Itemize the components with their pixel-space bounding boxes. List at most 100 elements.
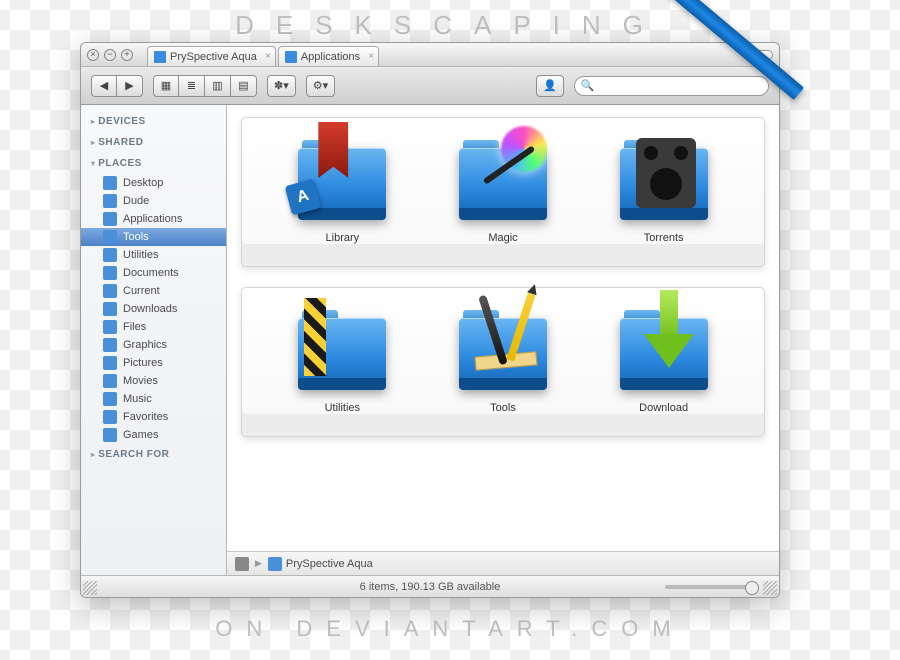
folder-magic[interactable]: Magic bbox=[443, 128, 563, 238]
folder-icon bbox=[103, 338, 117, 352]
resize-handle-icon[interactable] bbox=[763, 581, 777, 595]
shelf-row: ALibraryMagicTorrents bbox=[241, 117, 765, 267]
folder-tools[interactable]: Tools bbox=[443, 298, 563, 408]
tab-applications[interactable]: Applications × bbox=[278, 46, 379, 66]
sidebar-item-downloads[interactable]: Downloads bbox=[81, 300, 226, 318]
folder-utilities[interactable]: Utilities bbox=[282, 298, 402, 408]
sidebar-item-desktop[interactable]: Desktop bbox=[81, 174, 226, 192]
search-field[interactable]: 🔍 bbox=[574, 76, 769, 96]
zoom-window-button[interactable]: + bbox=[121, 49, 133, 61]
folder-icon bbox=[292, 298, 392, 390]
user-button[interactable]: 👤 bbox=[536, 75, 564, 97]
sidebar-item-label: Favorites bbox=[123, 411, 168, 423]
column-view-button[interactable]: ▥ bbox=[205, 75, 231, 97]
shelf-row: Utilities Tools Download bbox=[241, 287, 765, 437]
folder-icon bbox=[103, 356, 117, 370]
tab-label: Applications bbox=[301, 51, 360, 63]
folder-icon bbox=[154, 51, 166, 63]
sidebar-item-documents[interactable]: Documents bbox=[81, 264, 226, 282]
sidebar-item-dude[interactable]: Dude bbox=[81, 192, 226, 210]
close-tab-icon[interactable]: × bbox=[368, 51, 374, 62]
sidebar-item-movies[interactable]: Movies bbox=[81, 372, 226, 390]
status-text: 6 items, 190.13 GB available bbox=[360, 581, 501, 593]
sidebar-item-label: Files bbox=[123, 321, 146, 333]
folder-label: Torrents bbox=[644, 232, 684, 244]
action-button[interactable]: ✽▾ bbox=[267, 75, 296, 97]
forward-button[interactable]: ▶ bbox=[117, 75, 143, 97]
icon-view-button[interactable]: ▦ bbox=[153, 75, 179, 97]
status-bar: 6 items, 190.13 GB available bbox=[81, 575, 779, 597]
folder-icon bbox=[453, 298, 553, 390]
folder-icon bbox=[103, 392, 117, 406]
sidebar-item-music[interactable]: Music bbox=[81, 390, 226, 408]
gear-button[interactable]: ⚙▾ bbox=[306, 75, 335, 97]
tab-pryspective[interactable]: PrySpective Aqua × bbox=[147, 46, 276, 66]
resize-handle-icon[interactable] bbox=[83, 581, 97, 595]
folder-label: Library bbox=[326, 232, 360, 244]
folder-icon bbox=[614, 128, 714, 220]
folder-icon bbox=[103, 374, 117, 388]
watermark-top: DESKSCAPING bbox=[0, 10, 900, 41]
folder-icon bbox=[103, 212, 117, 226]
path-segment[interactable]: PrySpective Aqua bbox=[268, 557, 373, 571]
coverflow-view-button[interactable]: ▤ bbox=[231, 75, 257, 97]
zoom-slider[interactable] bbox=[665, 585, 755, 589]
sidebar-item-label: Applications bbox=[123, 213, 182, 225]
path-label: PrySpective Aqua bbox=[286, 558, 373, 570]
icon-grid[interactable]: ALibraryMagicTorrents UtilitiesToolsDown… bbox=[227, 105, 779, 551]
close-tab-icon[interactable]: × bbox=[265, 51, 271, 62]
folder-torrents[interactable]: Torrents bbox=[604, 128, 724, 238]
close-window-button[interactable]: × bbox=[87, 49, 99, 61]
folder-icon bbox=[103, 230, 117, 244]
folder-icon bbox=[103, 302, 117, 316]
folder-library[interactable]: ALibrary bbox=[282, 128, 402, 238]
titlebar: × − + PrySpective Aqua × Applications × bbox=[81, 43, 779, 67]
sidebar-item-label: Pictures bbox=[123, 357, 163, 369]
sidebar-item-files[interactable]: Files bbox=[81, 318, 226, 336]
sidebar-item-label: Downloads bbox=[123, 303, 177, 315]
sidebar-section-searchfor[interactable]: SEARCH FOR bbox=[81, 444, 226, 465]
disk-icon bbox=[235, 557, 249, 571]
window-controls: × − + bbox=[87, 49, 133, 61]
sidebar-section-shared[interactable]: SHARED bbox=[81, 132, 226, 153]
sidebar-section-places[interactable]: PLACES bbox=[81, 153, 226, 174]
sidebar-item-label: Dude bbox=[123, 195, 149, 207]
search-input[interactable] bbox=[599, 80, 762, 92]
folder-icon bbox=[103, 428, 117, 442]
sidebar-item-label: Utilities bbox=[123, 249, 158, 261]
path-bar: ▶ PrySpective Aqua bbox=[227, 551, 779, 575]
sidebar-item-label: Tools bbox=[123, 231, 149, 243]
view-buttons: ▦ ≣ ▥ ▤ bbox=[153, 75, 257, 97]
sidebar-item-utilities[interactable]: Utilities bbox=[81, 246, 226, 264]
folder-icon bbox=[103, 320, 117, 334]
folder-icon bbox=[103, 266, 117, 280]
folder-label: Utilities bbox=[325, 402, 360, 414]
sidebar-item-tools[interactable]: Tools bbox=[81, 228, 226, 246]
folder-icon bbox=[453, 128, 553, 220]
folder-icon bbox=[103, 176, 117, 190]
chevron-right-icon: ▶ bbox=[255, 558, 262, 569]
path-root[interactable] bbox=[235, 557, 249, 571]
sidebar-item-label: Documents bbox=[123, 267, 179, 279]
sidebar-item-favorites[interactable]: Favorites bbox=[81, 408, 226, 426]
back-button[interactable]: ◀ bbox=[91, 75, 117, 97]
folder-download[interactable]: Download bbox=[604, 298, 724, 408]
sidebar-section-devices[interactable]: DEVICES bbox=[81, 111, 226, 132]
folder-icon bbox=[103, 410, 117, 424]
sidebar-item-applications[interactable]: Applications bbox=[81, 210, 226, 228]
minimize-window-button[interactable]: − bbox=[104, 49, 116, 61]
search-icon: 🔍 bbox=[581, 79, 595, 92]
folder-label: Magic bbox=[488, 232, 517, 244]
sidebar-item-graphics[interactable]: Graphics bbox=[81, 336, 226, 354]
watermark-bottom: ON DEVIANTART.COM bbox=[0, 616, 900, 642]
sidebar-item-current[interactable]: Current bbox=[81, 282, 226, 300]
folder-icon: A bbox=[292, 128, 392, 220]
folder-label: Tools bbox=[490, 402, 516, 414]
sidebar-item-label: Current bbox=[123, 285, 160, 297]
sidebar-item-pictures[interactable]: Pictures bbox=[81, 354, 226, 372]
content-area: ALibraryMagicTorrents UtilitiesToolsDown… bbox=[227, 105, 779, 575]
sidebar-item-games[interactable]: Games bbox=[81, 426, 226, 444]
sidebar: DEVICES SHARED PLACES Desktop Dude Applica… bbox=[81, 105, 227, 575]
folder-icon bbox=[103, 194, 117, 208]
list-view-button[interactable]: ≣ bbox=[179, 75, 205, 97]
